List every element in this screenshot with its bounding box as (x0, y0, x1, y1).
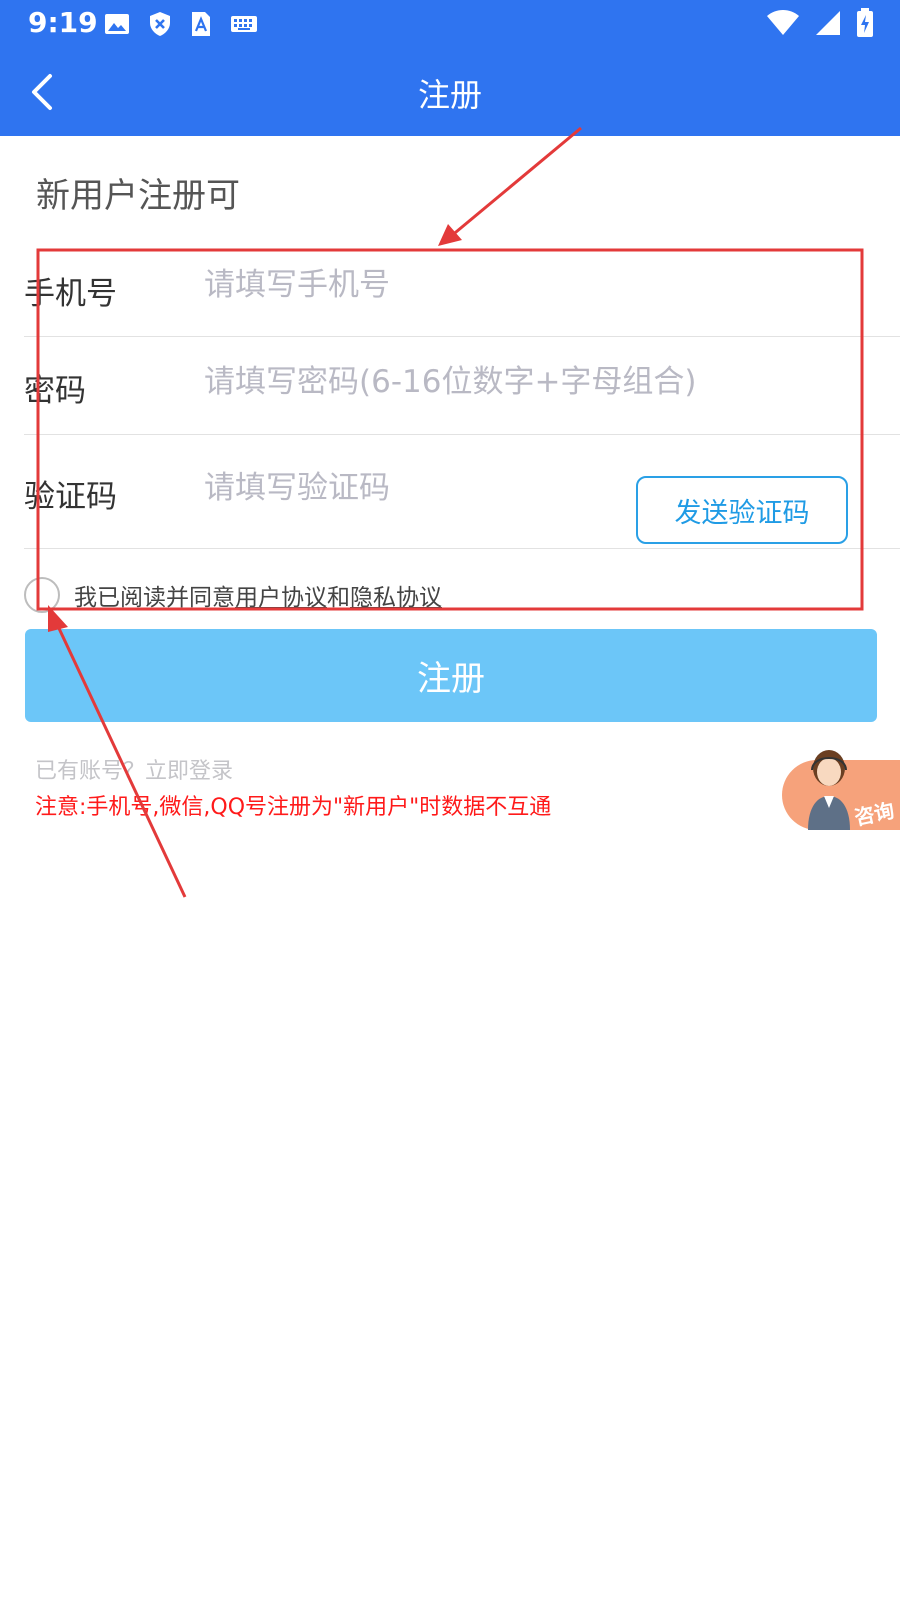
user-agreement-link[interactable]: 用户协议 (235, 578, 327, 612)
consult-widget[interactable]: 咨询 (780, 744, 900, 830)
customer-service-avatar-icon (808, 750, 850, 830)
phone-row: 手机号 (24, 240, 900, 337)
wifi-icon (767, 10, 799, 35)
notice-text: 注意:手机号,微信,QQ号注册为"新用户"时数据不互通 (35, 795, 552, 820)
signal-icon (816, 11, 840, 35)
privacy-agreement-link[interactable]: 隐私协议 (350, 578, 442, 612)
agreement-checkbox[interactable] (24, 577, 60, 613)
intro-text: 新用户注册可 (36, 176, 240, 216)
app-bar: 注册 (0, 48, 900, 136)
agreement-row: 我已阅读并同意 用户协议 和 隐私协议 (24, 575, 442, 615)
status-icons-right (766, 8, 874, 38)
annotation-arrow-top (449, 126, 582, 239)
send-code-button[interactable]: 发送验证码 (636, 476, 848, 544)
font-icon (192, 12, 210, 36)
code-input[interactable] (202, 469, 626, 507)
code-label: 验证码 (24, 479, 117, 515)
phone-input[interactable] (202, 266, 866, 304)
password-row: 密码 (24, 337, 900, 435)
password-label: 密码 (24, 373, 86, 409)
image-icon (105, 14, 129, 34)
page-title: 注册 (417, 76, 482, 114)
keyboard-icon (231, 16, 257, 32)
status-icons-left (104, 10, 258, 38)
password-input[interactable] (202, 363, 866, 401)
phone-label: 手机号 (24, 276, 117, 312)
register-button[interactable]: 注册 (25, 629, 877, 722)
status-time: 9:19 (28, 6, 98, 39)
agreement-conjunction: 和 (327, 585, 350, 611)
login-link[interactable]: 已有账号？立即登录 (35, 753, 233, 785)
battery-charging-icon (857, 8, 873, 37)
shield-icon (150, 12, 170, 36)
agreement-prefix: 我已阅读并同意 (74, 585, 235, 611)
status-bar: 9:19 (0, 0, 900, 48)
